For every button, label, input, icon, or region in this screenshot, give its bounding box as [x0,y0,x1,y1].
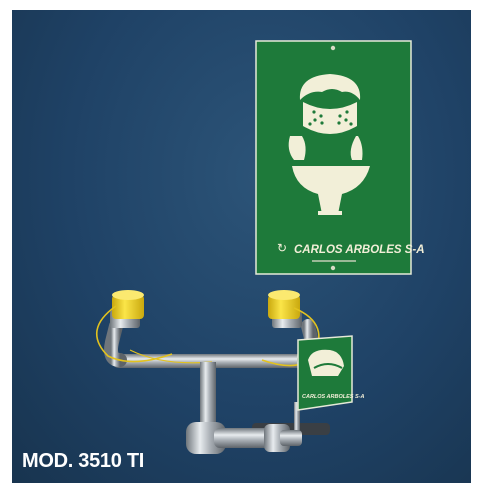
svg-text:↻: ↻ [277,241,287,255]
sign-screw [330,265,336,271]
model-caption: MOD. 3510 TI [22,450,144,472]
push-flag-sign: CARLOS ARBOLES S-A [297,335,364,411]
product-photo: ↻ CARLOS ARBOLES S-A CARLOS ARBOLES S-A [12,10,471,483]
eyewash-fixture [95,290,330,454]
sign-screw [330,45,336,51]
dust-cap [112,290,144,319]
sign-brand-text: CARLOS ARBOLES S-A [294,244,425,256]
product-illustration: ↻ CARLOS ARBOLES S-A CARLOS ARBOLES S-A [95,40,425,454]
image-frame: ↻ CARLOS ARBOLES S-A CARLOS ARBOLES S-A … [0,0,483,495]
eyewash-sign: ↻ CARLOS ARBOLES S-A [255,40,425,275]
dust-cap [268,290,300,319]
push-flag-brand-text: CARLOS ARBOLES S-A [302,394,364,400]
